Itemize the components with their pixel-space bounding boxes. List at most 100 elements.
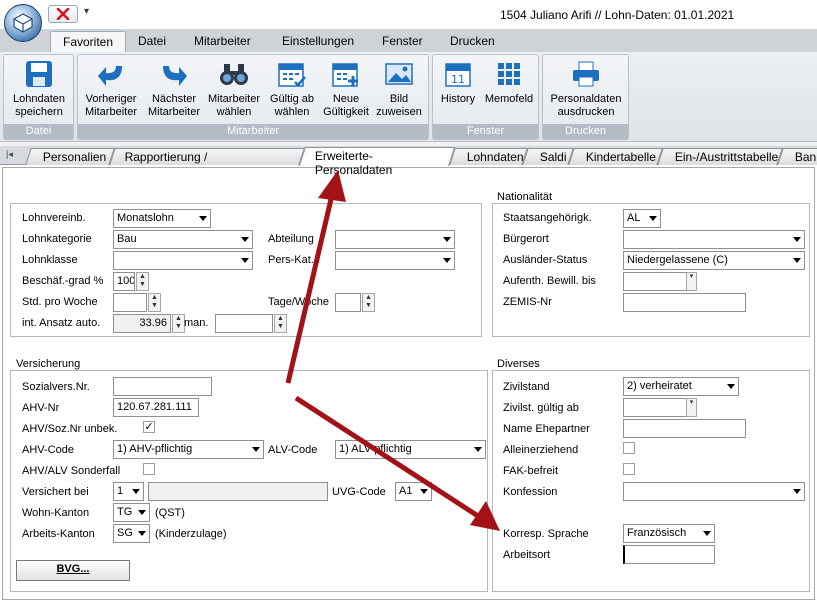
staatsangehoerigkeit-select[interactable]: AL xyxy=(623,209,661,228)
valid-label-1: Gültig ab xyxy=(269,93,315,105)
chevron-down-icon[interactable] xyxy=(789,252,804,269)
tab-einaus-label: Ein-/Austrittstabelle xyxy=(674,150,779,164)
new-validity-button[interactable]: Neue Gültigkeit xyxy=(320,58,372,120)
sozialvers-input[interactable] xyxy=(113,377,212,396)
aufenthalt-date-input[interactable] xyxy=(623,272,687,291)
chevron-down-icon[interactable] xyxy=(699,525,714,542)
aufenthalt-label: Aufenth. Bewill. bis xyxy=(503,275,596,287)
zivil-gueltig-date-picker[interactable]: ▾ xyxy=(686,398,697,417)
chevron-down-icon[interactable] xyxy=(134,525,149,542)
ansatz-man-input[interactable] xyxy=(215,314,273,333)
ehepartner-input[interactable] xyxy=(623,419,746,438)
tab-favoriten[interactable]: Favoriten xyxy=(50,31,127,52)
chevron-down-icon[interactable] xyxy=(128,483,143,500)
arbeitsort-input[interactable] xyxy=(623,545,715,564)
ansatz-input[interactable]: 33.96 xyxy=(113,314,171,333)
ahv-nr-input[interactable]: 120.67.281.111 xyxy=(113,398,199,417)
chevron-down-icon[interactable] xyxy=(645,210,660,227)
chevron-down-icon[interactable] xyxy=(134,504,149,521)
group-versicherung xyxy=(10,370,488,592)
chevron-down-icon[interactable] xyxy=(723,378,738,395)
floppy-disk-icon xyxy=(22,58,56,90)
auslaender-status-select[interactable]: Niedergelassene (C) xyxy=(623,251,805,270)
staatsangehoerigkeit-value: AL xyxy=(627,212,641,224)
std-pro-woche-spinner[interactable]: ▲ ▼ xyxy=(148,293,161,312)
alleinerziehend-checkbox[interactable] xyxy=(623,442,635,454)
chevron-down-icon[interactable] xyxy=(195,210,210,227)
alv-code-label: ALV-Code xyxy=(268,444,318,456)
ahv-code-select[interactable]: 1) AHV-pflichtig xyxy=(113,440,264,459)
chevron-down-icon[interactable] xyxy=(237,231,252,248)
choose-label-2: wählen xyxy=(216,106,252,118)
valid-from-button[interactable]: Gültig ab wählen xyxy=(264,58,320,120)
fak-befreit-checkbox[interactable] xyxy=(623,463,635,475)
print-personal-data-button[interactable]: Personaldaten ausdrucken xyxy=(545,58,627,120)
app-menu-orb-icon[interactable] xyxy=(4,4,42,42)
bvg-button[interactable]: BVG... xyxy=(16,560,130,581)
tage-woche-spinner[interactable]: ▲ ▼ xyxy=(362,293,375,312)
zemis-input[interactable] xyxy=(623,293,746,312)
tab-saldi[interactable]: Saldi xyxy=(522,148,574,165)
chevron-down-icon[interactable] xyxy=(789,231,804,248)
konfession-select[interactable] xyxy=(623,482,805,501)
tage-woche-input[interactable] xyxy=(335,293,361,312)
history-button[interactable]: 11 History xyxy=(436,58,480,120)
ansatz-man-spinner[interactable]: ▲ ▼ xyxy=(274,314,287,333)
auslaender-status-label: Ausländer-Status xyxy=(503,254,588,266)
save-label-2: speichern xyxy=(15,106,63,118)
tab-kindertabelle[interactable]: Kindertabelle xyxy=(568,148,663,165)
tab-ein-austrittstabelle[interactable]: Ein-/Austrittstabelle xyxy=(657,148,783,165)
std-pro-woche-label: Std. pro Woche xyxy=(22,296,98,308)
lohnkategorie-select[interactable]: Bau xyxy=(113,230,253,249)
uvg-code-select[interactable]: A1 xyxy=(395,482,432,501)
tab-rapportierung[interactable]: Rapportierung / Kostenrechnung xyxy=(109,148,305,178)
next-employee-button[interactable]: Nächster Mitarbeiter xyxy=(144,58,204,120)
tab-personalien[interactable]: Personalien xyxy=(25,148,115,165)
tab-erweiterte-personaldaten[interactable]: Erweiterte-Personaldaten xyxy=(298,147,456,177)
sprache-value: Französisch xyxy=(627,527,687,539)
tab-bank[interactable]: Bank xyxy=(777,148,817,165)
wohn-kanton-select[interactable]: TG xyxy=(113,503,150,522)
assign-image-button[interactable]: Bild zuweisen xyxy=(372,58,426,120)
alv-code-select[interactable]: 1) ALV-pflichtig xyxy=(335,440,486,459)
previous-employee-button[interactable]: Vorheriger Mitarbeiter xyxy=(80,58,142,120)
zivilstand-select[interactable]: 2) verheiratet xyxy=(623,377,739,396)
versichert-bei-select[interactable]: 1 xyxy=(113,482,144,501)
close-icon[interactable] xyxy=(48,5,78,23)
versichert-bei-value: 1 xyxy=(117,485,124,497)
sprache-select[interactable]: Französisch xyxy=(623,524,715,543)
ahv-nr-label: AHV-Nr xyxy=(22,402,60,414)
std-pro-woche-input[interactable] xyxy=(113,293,147,312)
save-button[interactable]: Lohndaten speichern xyxy=(6,58,72,120)
zivil-gueltig-date-input[interactable] xyxy=(623,398,687,417)
chevron-down-icon[interactable] xyxy=(789,483,804,500)
tab-mitarbeiter[interactable]: Mitarbeiter xyxy=(182,31,263,52)
chevron-down-icon[interactable] xyxy=(237,252,252,269)
choose-employee-button[interactable]: Mitarbeiter wählen xyxy=(204,58,264,120)
sonderfall-checkbox[interactable] xyxy=(143,463,155,475)
abteilung-select[interactable] xyxy=(335,230,455,249)
chevron-down-icon[interactable] xyxy=(248,441,263,458)
ahv-unbek-checkbox[interactable]: ✓ xyxy=(143,421,155,433)
quick-access-menu-icon[interactable]: ▾ xyxy=(84,6,89,17)
lohnklasse-select[interactable] xyxy=(113,251,253,270)
tab-datei[interactable]: Datei xyxy=(126,31,178,52)
tab-scroll-left-icon[interactable]: |◂ xyxy=(6,149,13,160)
aufenthalt-date-picker[interactable]: ▾ xyxy=(686,272,697,291)
pers-kat-select[interactable] xyxy=(335,251,455,270)
chevron-down-icon[interactable] xyxy=(439,231,454,248)
tab-einstellungen[interactable]: Einstellungen xyxy=(270,31,366,52)
chevron-down-icon[interactable] xyxy=(470,441,485,458)
beschaeftigungsgrad-spinner[interactable]: ▲ ▼ xyxy=(136,272,149,291)
tab-lohndaten[interactable]: Lohndaten xyxy=(449,148,528,165)
buergerort-select[interactable] xyxy=(623,230,805,249)
arbeits-kanton-select[interactable]: SG xyxy=(113,524,150,543)
tab-fenster[interactable]: Fenster xyxy=(370,31,435,52)
lohnvereinbarung-select[interactable]: Monatslohn xyxy=(113,209,211,228)
memo-button[interactable]: Memofeld xyxy=(481,58,537,120)
tage-woche-label: Tage/Woche xyxy=(268,296,329,308)
chevron-down-icon[interactable] xyxy=(416,483,431,500)
tab-drucken[interactable]: Drucken xyxy=(438,31,507,52)
chevron-down-icon[interactable] xyxy=(439,252,454,269)
beschaeftigungsgrad-input[interactable]: 100 xyxy=(113,272,135,291)
